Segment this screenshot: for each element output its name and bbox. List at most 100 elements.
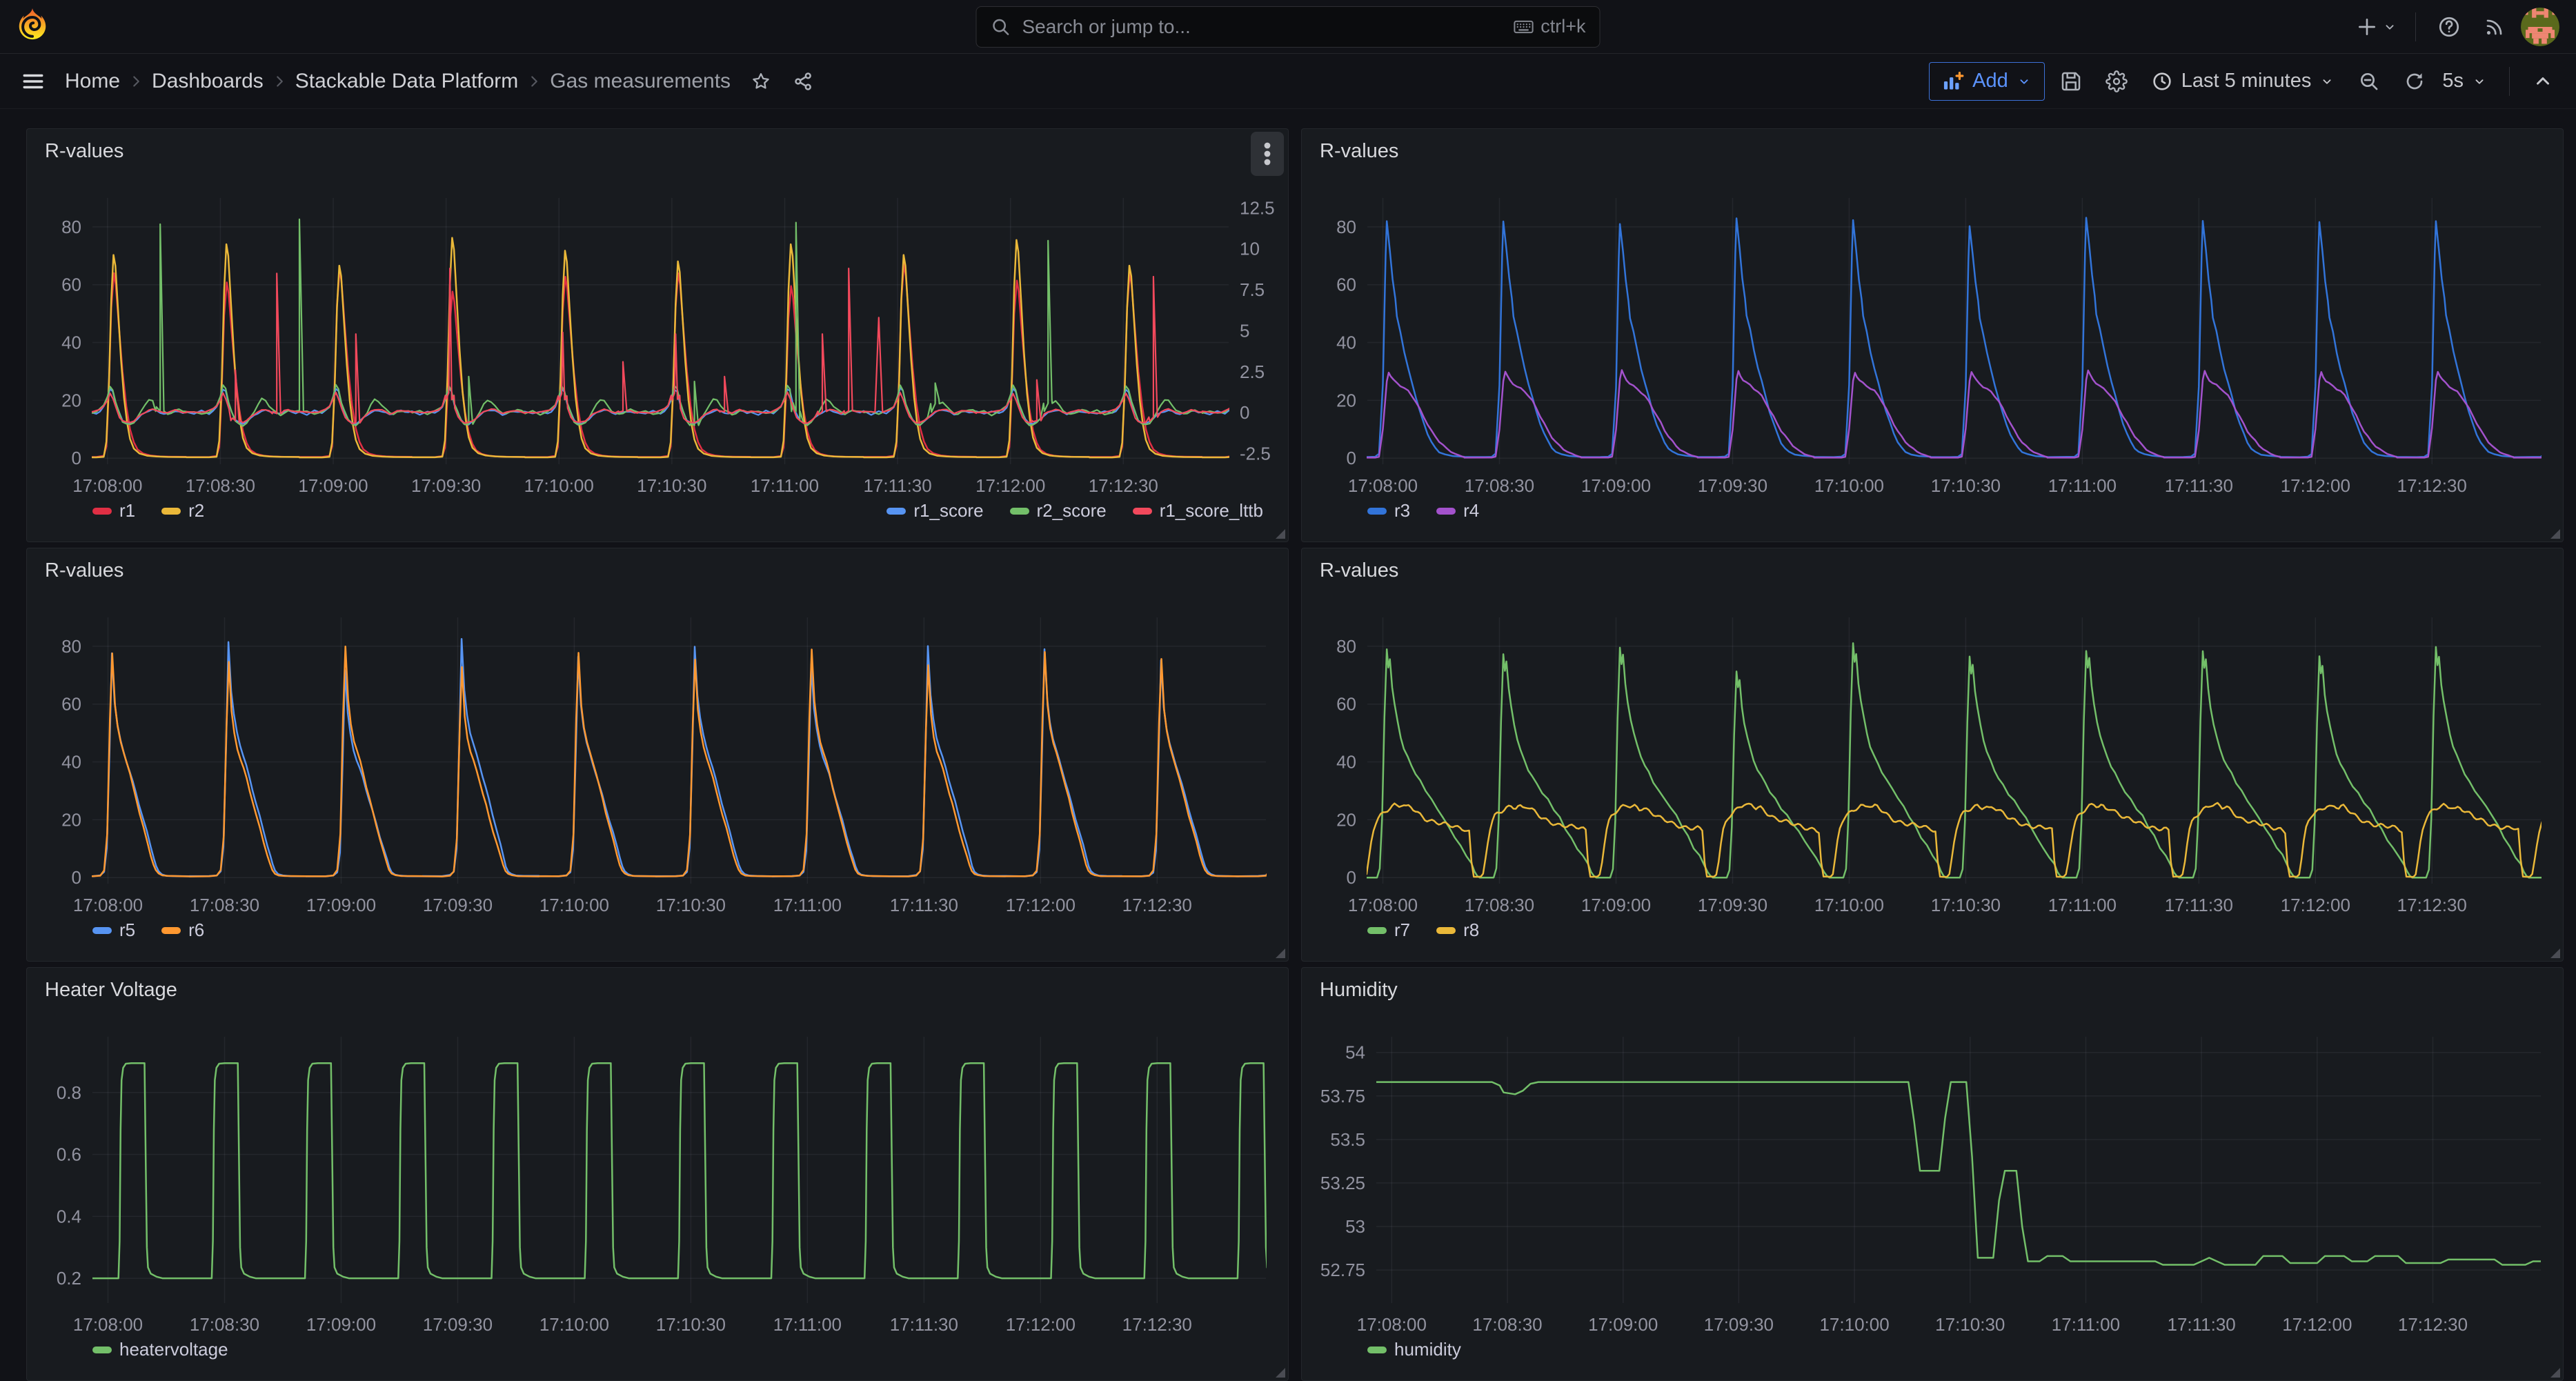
svg-text:17:11:00: 17:11:00 <box>2048 475 2117 496</box>
help-button[interactable] <box>2430 8 2468 46</box>
time-series-plot[interactable]: 02040608017:08:0017:08:3017:09:0017:09:3… <box>27 548 1289 962</box>
legend-item-r8[interactable]: r8 <box>1436 920 1479 941</box>
legend-item-r1_score_lttb[interactable]: r1_score_lttb <box>1133 500 1263 521</box>
legend-item-humidity[interactable]: humidity <box>1367 1339 1461 1360</box>
svg-text:17:10:30: 17:10:30 <box>637 475 706 496</box>
legend-item-r1_score[interactable]: r1_score <box>886 500 983 521</box>
legend-label: r4 <box>1463 500 1479 521</box>
svg-text:17:09:30: 17:09:30 <box>1698 475 1767 496</box>
svg-text:0: 0 <box>72 448 81 468</box>
hamburger-icon <box>21 70 45 93</box>
svg-text:17:12:30: 17:12:30 <box>2397 895 2467 915</box>
svg-text:17:11:00: 17:11:00 <box>773 1314 842 1335</box>
legend-swatch <box>161 927 181 934</box>
refresh-interval-picker[interactable]: 5s <box>2441 62 2495 101</box>
legend-item-r7[interactable]: r7 <box>1367 920 1410 941</box>
new-menu-button[interactable] <box>2352 8 2401 46</box>
svg-text:17:12:00: 17:12:00 <box>975 475 1045 496</box>
svg-text:17:11:30: 17:11:30 <box>2165 895 2233 915</box>
legend-item-r6[interactable]: r6 <box>161 920 204 941</box>
add-button-label: Add <box>1972 70 2008 92</box>
breadcrumb-item-home[interactable]: Home <box>62 70 123 93</box>
time-series-plot[interactable]: 52.755353.2553.553.755417:08:0017:08:301… <box>1302 968 2564 1381</box>
legend: r3 r4 <box>1367 500 2538 521</box>
clock-icon <box>2151 70 2173 92</box>
axis-labels: 0.20.40.60.817:08:0017:08:3017:09:0017:0… <box>57 1082 1192 1335</box>
legend-item-r1[interactable]: r1 <box>92 500 135 521</box>
svg-text:53: 53 <box>1345 1216 1365 1237</box>
menu-toggle-button[interactable] <box>14 62 52 101</box>
axis-labels: 02040608017:08:0017:08:3017:09:0017:09:3… <box>1336 636 2467 915</box>
legend-item-r3[interactable]: r3 <box>1367 500 1410 521</box>
svg-text:80: 80 <box>61 217 81 237</box>
panel-resize-handle[interactable] <box>1276 948 1285 958</box>
legend-swatch <box>92 927 112 934</box>
legend-label: humidity <box>1394 1339 1461 1360</box>
panel-r-values-2: R-values02040608017:08:0017:08:3017:09:0… <box>26 548 1289 962</box>
dashboard-toolbar: Home Dashboards Stackable Data Platform Gas… <box>0 54 2576 109</box>
svg-text:17:12:30: 17:12:30 <box>1089 475 1158 496</box>
gear-icon <box>2106 70 2128 92</box>
panel-resize-handle[interactable] <box>1276 1368 1285 1378</box>
dashboard-settings-button[interactable] <box>2097 62 2136 101</box>
legend-item-r4[interactable]: r4 <box>1436 500 1479 521</box>
time-series-plot[interactable]: 02040608017:08:0017:08:3017:09:0017:09:3… <box>1302 129 2564 542</box>
svg-text:7.5: 7.5 <box>1240 279 1265 300</box>
svg-text:0.4: 0.4 <box>57 1206 81 1226</box>
time-series-plot[interactable]: 020406080-2.502.557.51012.517:08:0017:08… <box>27 129 1289 542</box>
svg-text:80: 80 <box>1336 636 1356 657</box>
svg-text:17:10:00: 17:10:00 <box>1814 475 1884 496</box>
legend-item-heatervoltage[interactable]: heatervoltage <box>92 1339 228 1360</box>
panel-resize-handle[interactable] <box>2550 1368 2560 1378</box>
news-rss-button[interactable] <box>2475 8 2514 46</box>
svg-text:17:08:00: 17:08:00 <box>73 895 143 915</box>
divider <box>2509 67 2510 96</box>
svg-text:17:10:00: 17:10:00 <box>1819 1314 1889 1335</box>
panel-r-values-1: R-values02040608017:08:0017:08:3017:09:0… <box>1301 128 2564 542</box>
time-series-plot[interactable]: 02040608017:08:0017:08:3017:09:0017:09:3… <box>1302 548 2564 962</box>
svg-text:17:12:00: 17:12:00 <box>2282 1314 2352 1335</box>
svg-text:17:08:30: 17:08:30 <box>190 895 259 915</box>
collapse-toolbar-button[interactable] <box>2524 62 2562 101</box>
svg-text:17:08:00: 17:08:00 <box>72 475 142 496</box>
grafana-logo[interactable] <box>17 8 48 46</box>
axis-labels: 020406080-2.502.557.51012.517:08:0017:08… <box>61 197 1275 496</box>
legend-item-r5[interactable]: r5 <box>92 920 135 941</box>
legend-item-r2[interactable]: r2 <box>161 500 204 521</box>
svg-text:17:08:30: 17:08:30 <box>186 475 255 496</box>
time-series-plot[interactable]: 0.20.40.60.817:08:0017:08:3017:09:0017:0… <box>27 968 1289 1381</box>
keyboard-icon <box>1513 17 1534 37</box>
svg-text:17:12:00: 17:12:00 <box>2281 895 2350 915</box>
kebab-icon <box>1263 141 1271 166</box>
share-button[interactable] <box>784 62 823 101</box>
save-dashboard-button[interactable] <box>2052 62 2090 101</box>
add-button[interactable]: Add <box>1929 62 2045 101</box>
svg-text:17:10:00: 17:10:00 <box>539 1314 609 1335</box>
search-input[interactable]: Search or jump to... ctrl+k <box>976 6 1601 48</box>
panel-menu-button[interactable] <box>1251 132 1284 176</box>
breadcrumb-item-dashboards[interactable]: Dashboards <box>149 70 266 93</box>
legend-item-r2_score[interactable]: r2_score <box>1010 500 1107 521</box>
svg-text:40: 40 <box>61 752 81 773</box>
caret-up-icon <box>2533 71 2553 92</box>
panel-resize-handle[interactable] <box>2550 529 2560 539</box>
svg-text:17:12:30: 17:12:30 <box>2398 1314 2468 1335</box>
svg-text:0: 0 <box>1347 867 1356 888</box>
time-range-picker[interactable]: Last 5 minutes <box>2143 62 2344 101</box>
svg-text:-2.5: -2.5 <box>1240 444 1271 464</box>
legend-label: r1_score <box>913 500 983 521</box>
search-icon <box>991 17 1011 37</box>
favorite-star-button[interactable] <box>742 62 780 101</box>
breadcrumb-item-gas-measurements: Gas measurements <box>547 70 733 93</box>
panel-resize-handle[interactable] <box>1276 529 1285 539</box>
panel-resize-handle[interactable] <box>2550 948 2560 958</box>
legend-label: r1_score_lttb <box>1160 500 1263 521</box>
refresh-button[interactable] <box>2395 62 2434 101</box>
legend-label: r8 <box>1463 920 1479 941</box>
svg-text:17:10:30: 17:10:30 <box>1931 895 2001 915</box>
zoom-out-button[interactable] <box>2350 62 2388 101</box>
series-line-r4 <box>1348 370 2564 458</box>
user-avatar[interactable] <box>2521 8 2559 46</box>
svg-text:17:08:30: 17:08:30 <box>190 1314 259 1335</box>
breadcrumb-item-stackable-data-platform[interactable]: Stackable Data Platform <box>293 70 521 93</box>
